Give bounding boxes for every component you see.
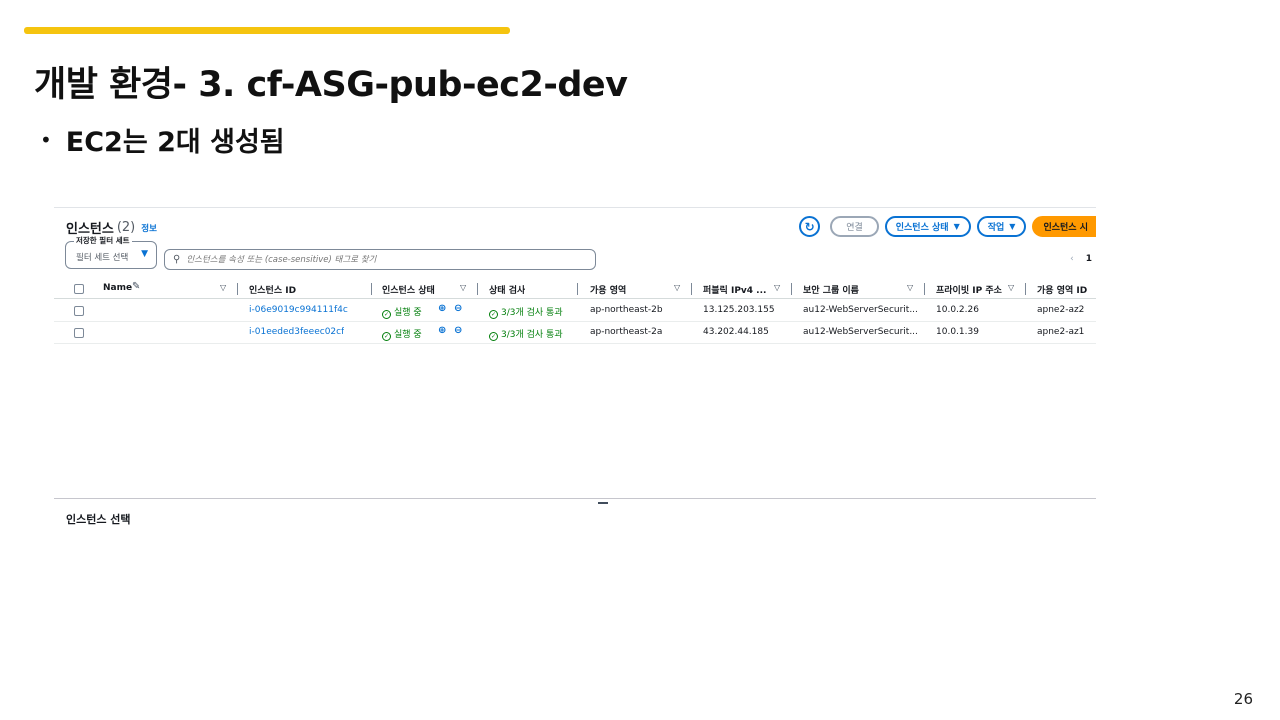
cell-status-check: ✓ 3/3개 검사 통과 <box>489 305 563 319</box>
column-divider[interactable] <box>1025 283 1026 295</box>
sort-caret-icon[interactable]: ▽ <box>1008 283 1014 292</box>
column-divider[interactable] <box>477 283 478 295</box>
caret-down-icon: ▼ <box>953 222 960 231</box>
sort-caret-icon[interactable]: ▽ <box>907 283 913 292</box>
pagination: ‹ 1 <box>1070 254 1092 264</box>
column-header-az[interactable]: 가용 영역 <box>590 283 626 296</box>
cell-az: ap-northeast-2a <box>590 327 663 337</box>
instance-state-text: 실행 중 <box>394 308 422 318</box>
accent-bar <box>24 27 510 34</box>
actions-button[interactable]: 작업 ▼ <box>976 216 1027 237</box>
check-circle-icon: ✓ <box>489 310 498 319</box>
cell-public-ipv4: 43.202.44.185 <box>703 327 769 337</box>
table-row[interactable]: i-06e9019c994111f4c ✓ 실행 중 ⊕ ⊖ ✓ 3/3개 검사 통… <box>54 300 1096 322</box>
caret-down-icon: ▼ <box>1009 222 1016 231</box>
sort-caret-icon[interactable]: ▽ <box>674 283 680 292</box>
row-checkbox[interactable] <box>74 328 84 338</box>
bullet-text: EC2는 2대 생성됨 <box>65 127 285 158</box>
zoom-in-icon[interactable]: ⊕ <box>438 325 446 336</box>
zoom-in-icon[interactable]: ⊕ <box>438 303 446 314</box>
actions-label: 작업 <box>987 223 1005 233</box>
connect-button[interactable]: 연결 <box>830 216 879 237</box>
check-circle-icon: ✓ <box>382 332 391 341</box>
connect-label: 연결 <box>846 223 863 233</box>
page-number[interactable]: 1 <box>1086 254 1092 264</box>
cell-security-group: au12-WebServerSecurit... <box>803 305 918 315</box>
bullet-item: • EC2는 2대 생성됨 <box>40 120 285 159</box>
toolbar-actions: ↻ 연결 인스턴스 상태 ▼ 작업 ▼ 인스턴스 시 <box>799 216 1096 237</box>
table-header: Name ✎ ▽ 인스턴스 ID 인스턴스 상태 ▽ 상태 검사 가용 영역 ▽… <box>54 279 1096 299</box>
cell-az-id: apne2-az2 <box>1037 305 1085 315</box>
column-divider[interactable] <box>371 283 372 295</box>
column-header-private-ip[interactable]: 프라이빗 IP 주소 <box>936 283 1002 296</box>
column-divider[interactable] <box>237 283 238 295</box>
column-header-status-check[interactable]: 상태 검사 <box>489 283 525 296</box>
cell-status-check: ✓ 3/3개 검사 통과 <box>489 327 563 341</box>
bullet-marker: • <box>40 127 52 152</box>
launch-label: 인스턴스 시 <box>1043 223 1088 233</box>
saved-filter-set-label: 저장한 필터 세트 <box>74 235 132 246</box>
cell-instance-state: ✓ 실행 중 <box>382 305 422 319</box>
slide-title: 개발 환경- 3. cf-ASG-pub-ec2-dev <box>34 65 628 105</box>
column-header-az-id[interactable]: 가용 영역 ID <box>1037 283 1087 296</box>
cell-instance-state: ✓ 실행 중 <box>382 327 422 341</box>
search-icon: ⚲ <box>173 254 181 265</box>
row-checkbox[interactable] <box>74 306 84 316</box>
column-header-name[interactable]: Name <box>103 283 132 293</box>
column-divider[interactable] <box>924 283 925 295</box>
check-circle-icon: ✓ <box>382 310 391 319</box>
sort-caret-icon[interactable]: ▽ <box>774 283 780 292</box>
instance-state-label: 인스턴스 상태 <box>895 223 949 233</box>
column-header-instance-state[interactable]: 인스턴스 상태 <box>382 283 435 296</box>
launch-instances-button[interactable]: 인스턴스 시 <box>1032 216 1096 237</box>
cell-public-ipv4: 13.125.203.155 <box>703 305 775 315</box>
instances-count: (2) <box>116 220 136 235</box>
zoom-out-icon[interactable]: ⊖ <box>454 325 462 336</box>
status-check-text: 3/3개 검사 통과 <box>501 330 563 340</box>
refresh-icon[interactable]: ↻ <box>799 216 821 237</box>
chevron-left-icon[interactable]: ‹ <box>1070 254 1074 264</box>
caret-down-icon: ▼ <box>141 249 148 259</box>
cell-private-ip: 10.0.1.39 <box>936 327 979 337</box>
saved-filter-set-value: 필터 세트 선택 <box>76 253 129 263</box>
column-header-public-ipv4[interactable]: 퍼블릭 IPv4 ... <box>703 283 771 296</box>
cell-az: ap-northeast-2b <box>590 305 663 315</box>
cell-private-ip: 10.0.2.26 <box>936 305 979 315</box>
instance-search: ⚲ <box>164 249 596 270</box>
column-header-security-group[interactable]: 보안 그룹 이름 <box>803 283 859 296</box>
zoom-out-icon[interactable]: ⊖ <box>454 303 462 314</box>
saved-filter-set-select[interactable]: 저장한 필터 세트 필터 세트 선택 ▼ <box>65 235 157 269</box>
sort-caret-icon[interactable]: ▽ <box>220 283 226 292</box>
instance-state-button[interactable]: 인스턴스 상태 ▼ <box>884 216 971 237</box>
ec2-console-screenshot: 인스턴스 (2) 정보 ↻ 연결 인스턴스 상태 ▼ 작업 ▼ 인스턴스 시 저장한… <box>54 207 1096 499</box>
column-divider[interactable] <box>691 283 692 295</box>
column-divider[interactable] <box>577 283 578 295</box>
column-divider[interactable] <box>791 283 792 295</box>
column-header-instance-id[interactable]: 인스턴스 ID <box>249 283 296 296</box>
cell-instance-id[interactable]: i-01eeded3feeec02cf <box>249 327 344 337</box>
cell-az-id: apne2-az1 <box>1037 327 1085 337</box>
table-row[interactable]: i-01eeded3feeec02cf ✓ 실행 중 ⊕ ⊖ ✓ 3/3개 검사 통… <box>54 322 1096 344</box>
page-number-footer: 26 <box>1233 690 1253 708</box>
cell-security-group: au12-WebServerSecurit... <box>803 327 918 337</box>
pencil-icon[interactable]: ✎ <box>132 281 140 292</box>
status-check-text: 3/3개 검사 통과 <box>501 308 563 318</box>
cell-instance-id[interactable]: i-06e9019c994111f4c <box>249 305 348 315</box>
instance-state-text: 실행 중 <box>394 330 422 340</box>
search-input[interactable] <box>186 254 587 265</box>
check-circle-icon: ✓ <box>489 332 498 341</box>
panel-resize-handle[interactable] <box>598 502 608 504</box>
info-link[interactable]: 정보 <box>141 222 157 234</box>
sort-caret-icon[interactable]: ▽ <box>460 283 466 292</box>
instance-select-label: 인스턴스 선택 <box>66 513 131 526</box>
select-all-checkbox[interactable] <box>74 284 84 294</box>
